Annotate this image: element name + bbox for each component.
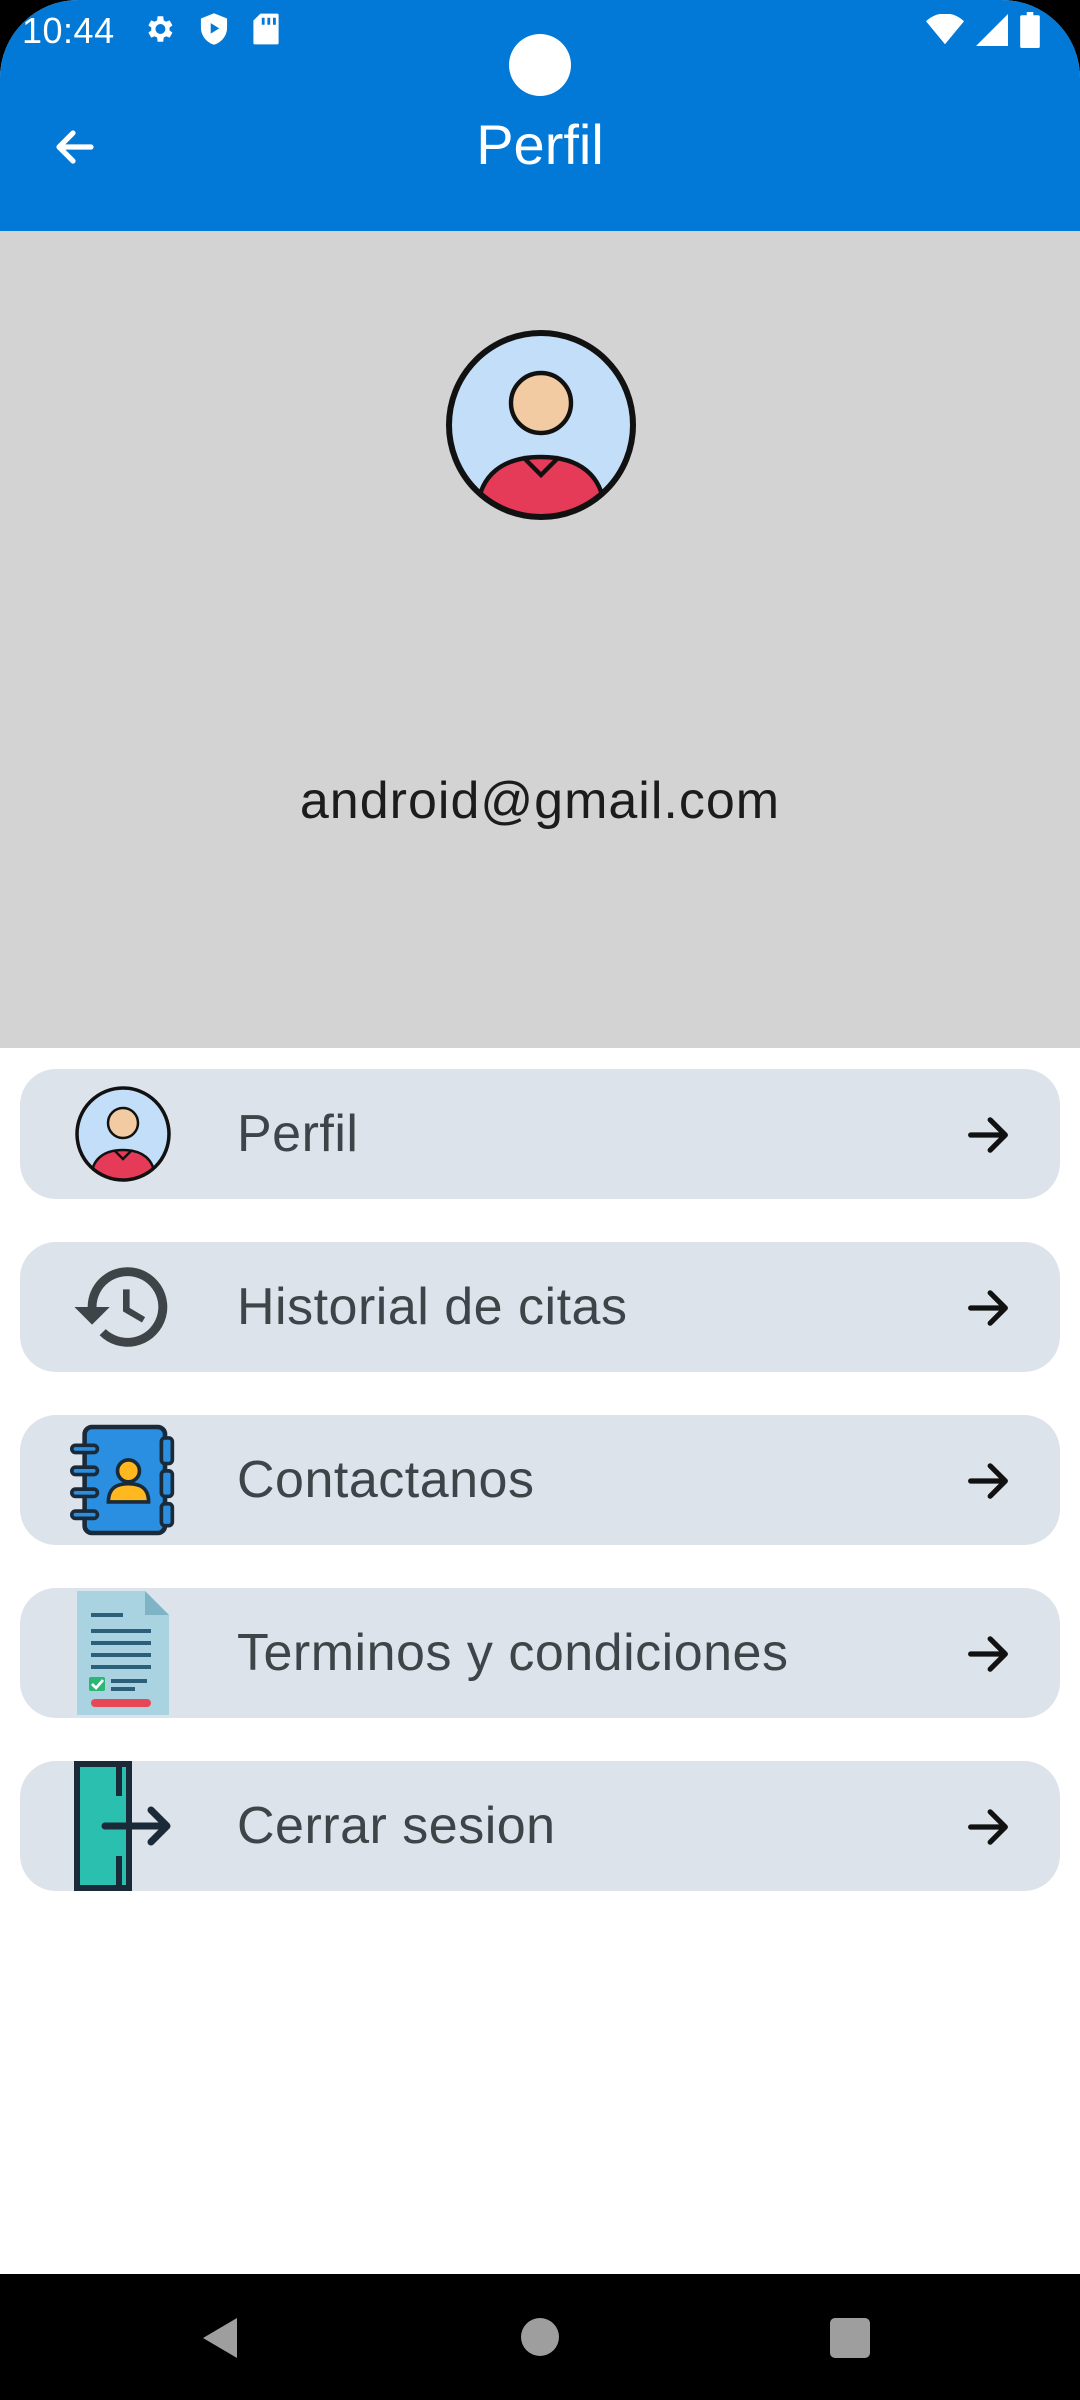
page-title: Perfil xyxy=(476,113,604,176)
user-avatar-icon xyxy=(70,1081,176,1187)
logout-door-icon xyxy=(70,1761,176,1891)
profile-menu: Perfil Historial de citas Contactanos Te… xyxy=(20,1069,1060,1934)
gear-icon xyxy=(142,12,176,50)
menu-item-label: Perfil xyxy=(237,1105,359,1163)
menu-item-historial[interactable]: Historial de citas xyxy=(20,1242,1060,1372)
arrow-right-icon xyxy=(968,1809,1008,1845)
arrow-right-icon xyxy=(968,1636,1008,1672)
profile-header: android@gmail.com xyxy=(0,231,1080,1048)
menu-item-terminos[interactable]: Terminos y condiciones xyxy=(20,1588,1060,1718)
battery-icon xyxy=(1020,12,1040,52)
contact-book-icon xyxy=(70,1424,176,1536)
history-icon xyxy=(70,1254,176,1360)
arrow-right-icon xyxy=(968,1463,1008,1499)
menu-item-perfil[interactable]: Perfil xyxy=(20,1069,1060,1199)
camera-cutout xyxy=(509,34,571,96)
document-icon xyxy=(70,1591,176,1715)
menu-item-contactanos[interactable]: Contactanos xyxy=(20,1415,1060,1545)
menu-item-label: Terminos y condiciones xyxy=(237,1624,789,1682)
menu-item-label: Cerrar sesion xyxy=(237,1797,556,1855)
system-nav-bar xyxy=(0,2274,1080,2400)
user-email: android@gmail.com xyxy=(299,772,781,830)
app-bar: 10:44 Perfil xyxy=(0,0,1080,231)
menu-item-cerrar-sesion[interactable]: Cerrar sesion xyxy=(20,1761,1060,1891)
user-avatar-icon xyxy=(441,325,641,525)
signal-icon xyxy=(976,14,1008,50)
back-triangle-icon[interactable] xyxy=(200,2316,242,2360)
menu-item-label: Historial de citas xyxy=(237,1278,628,1336)
status-icons-left xyxy=(142,12,280,50)
sd-card-icon xyxy=(252,12,280,50)
menu-item-label: Contactanos xyxy=(237,1451,535,1509)
arrow-right-icon xyxy=(968,1117,1008,1153)
wifi-icon xyxy=(926,13,964,50)
screen: 10:44 Perfil android@gmail.com Perfil Hi… xyxy=(0,0,1080,2400)
status-icons-right xyxy=(926,12,1040,52)
shield-play-icon xyxy=(198,12,230,50)
arrow-right-icon xyxy=(968,1290,1008,1326)
status-time: 10:44 xyxy=(22,10,115,51)
recents-square-icon[interactable] xyxy=(830,2318,870,2358)
home-circle-icon[interactable] xyxy=(521,2318,559,2356)
